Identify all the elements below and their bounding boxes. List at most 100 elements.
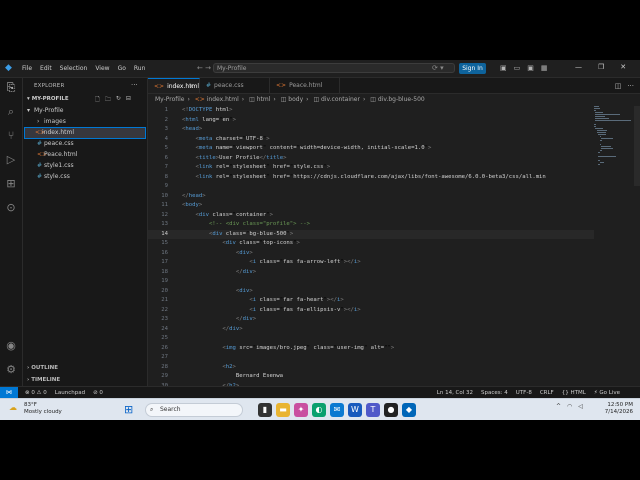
menu-run[interactable]: Run [134, 65, 146, 72]
ports-status[interactable]: ⊘ 0 [93, 390, 103, 396]
tree-item-folder[interactable]: › images [27, 117, 145, 127]
code-line[interactable]: 3 <head> [148, 125, 594, 135]
breadcrumb-item[interactable]: My-Profile [155, 96, 184, 103]
code-line[interactable]: 1 <!DOCTYPE html> [148, 106, 594, 116]
chevron-up-icon[interactable]: ^ [556, 403, 561, 410]
code-line[interactable]: 14 <div class="bg-blue-500"> [148, 229, 594, 239]
breadcrumb-item[interactable]: body [288, 96, 303, 103]
file-explorer-icon[interactable]: ▬ [276, 403, 290, 417]
minimap[interactable] [594, 106, 634, 166]
code-line[interactable]: 11 <body> [148, 201, 594, 211]
code-line[interactable]: 23 </div> [148, 315, 594, 325]
code-line[interactable]: 26 <img src="images/bro.jpeg" class="use… [148, 344, 594, 354]
timeline-section[interactable]: › TIMELINE [27, 377, 60, 383]
code-line[interactable]: 22 <i class="fas fa-ellipsis-v"></i> [148, 306, 594, 316]
code-line[interactable]: 10 </head> [148, 192, 594, 202]
breadcrumb-item[interactable]: html [257, 96, 271, 103]
minimize-icon[interactable]: — [575, 63, 582, 71]
taskbar-search[interactable]: ⌕ Search [145, 403, 243, 417]
toggle-panel-icon[interactable]: ▭ [514, 64, 521, 72]
close-tab-icon[interactable]: × [189, 79, 194, 94]
code-line[interactable]: 29 Bernard Esenwa [148, 372, 594, 382]
code-line[interactable]: 21 <i class="far fa-heart"></i> [148, 296, 594, 306]
code-line[interactable]: 5 <meta name="viewport" content="width=d… [148, 144, 594, 154]
tree-item-file[interactable]: <>Peace.html [27, 150, 145, 160]
extensions-icon[interactable]: ⊞ [5, 178, 17, 190]
taskbar-clock[interactable]: 12:50 PM 7/14/2026 [603, 402, 633, 416]
tab-index-html[interactable]: <> index.html × [148, 78, 200, 93]
refresh-icon[interactable]: ↻ [116, 95, 121, 105]
code-line[interactable]: 27 [148, 353, 594, 363]
indentation-status[interactable]: Spaces: 4 [481, 390, 508, 396]
language-mode-status[interactable]: {} HTML [562, 390, 586, 396]
editor-scrollbar[interactable] [634, 106, 640, 186]
teams-app-icon[interactable]: T [366, 403, 380, 417]
copilot-app-icon[interactable]: ✦ [294, 403, 308, 417]
run-debug-icon[interactable]: ▷ [5, 154, 17, 166]
code-line[interactable]: 17 <i class="fas fa-arrow-left"></i> [148, 258, 594, 268]
code-line[interactable]: 4 <meta charset="UTF-8"> [148, 135, 594, 145]
menu-selection[interactable]: Selection [60, 65, 88, 72]
collapse-all-icon[interactable]: ⊟ [126, 95, 131, 105]
windows-start-icon[interactable]: ⊞ [124, 404, 135, 415]
new-folder-icon[interactable]: 🗀 [105, 95, 111, 105]
code-line[interactable]: 13 <!-- <div class="profile"> --> [148, 220, 594, 230]
code-line[interactable]: 8 <link rel="stylesheet" href="https://c… [148, 173, 594, 183]
code-line[interactable]: 7 <link rel="stylesheet" href="style.css… [148, 163, 594, 173]
search-icon[interactable]: ⌕ [5, 106, 17, 118]
wifi-icon[interactable]: ◠ [567, 403, 572, 410]
task-view-icon[interactable]: ▮ [258, 403, 272, 417]
close-icon[interactable]: ✕ [620, 63, 626, 71]
menu-edit[interactable]: Edit [40, 65, 52, 72]
toggle-sidebar-icon[interactable]: ▣ [500, 64, 507, 72]
split-editor-icon[interactable]: ◫ [615, 82, 622, 90]
copilot-icon[interactable]: ⟳ ▾ [432, 64, 444, 72]
more-actions-icon[interactable]: ··· [131, 81, 138, 89]
line-ending-status[interactable]: CRLF [540, 390, 554, 396]
launchpad-status[interactable]: Launchpad [55, 390, 85, 396]
problems-status[interactable]: ⊗ 0 ⚠ 0 [25, 390, 47, 396]
edge-browser-icon[interactable]: ◐ [312, 403, 326, 417]
cursor-position[interactable]: Ln 14, Col 32 [437, 390, 473, 396]
breadcrumb-item[interactable]: div.container [321, 96, 360, 103]
menu-go[interactable]: Go [118, 65, 126, 72]
code-line[interactable]: 16 <div> [148, 249, 594, 259]
code-line[interactable]: 12 <div class="container"> [148, 211, 594, 221]
tab-peace-css[interactable]: # peace.css [200, 78, 270, 93]
breadcrumb-item[interactable]: index.html [207, 96, 239, 103]
command-center-search[interactable]: My-Profile [213, 63, 455, 73]
source-control-icon[interactable]: ⑂ [5, 130, 17, 142]
word-app-icon[interactable]: W [348, 403, 362, 417]
code-line[interactable]: 24 </div> [148, 325, 594, 335]
tab-peace-html[interactable]: <> Peace.html [270, 78, 340, 93]
nav-back-forward-icon[interactable]: ← → [197, 64, 211, 72]
tree-item-file[interactable]: # style.css [27, 172, 145, 182]
customize-layout-icon[interactable]: ▦ [541, 64, 548, 72]
tree-item-folder[interactable]: ▾ My-Profile [27, 106, 145, 116]
volume-icon[interactable]: ◁ [578, 403, 583, 410]
code-line[interactable]: 20 <div> [148, 287, 594, 297]
code-line[interactable]: 2 <html lang="en"> [148, 116, 594, 126]
encoding-status[interactable]: UTF-8 [516, 390, 532, 396]
code-line[interactable]: 28 <h2> [148, 363, 594, 373]
accounts-icon[interactable]: ◉ [5, 340, 17, 352]
more-actions-icon[interactable]: ··· [627, 82, 634, 90]
explorer-icon[interactable]: ⎘ [5, 82, 17, 94]
code-line[interactable]: 9 [148, 182, 594, 192]
go-live-button[interactable]: ⚡ Go Live [594, 390, 620, 396]
mail-app-icon[interactable]: ✉ [330, 403, 344, 417]
new-file-icon[interactable]: 🗋 [95, 95, 100, 105]
code-line[interactable]: 19 [148, 277, 594, 287]
toggle-secondary-sidebar-icon[interactable]: ▣ [527, 64, 534, 72]
code-line[interactable]: 15 <div class="top-icons"> [148, 239, 594, 249]
media-app-icon[interactable]: ● [384, 403, 398, 417]
menu-file[interactable]: File [22, 65, 32, 72]
code-line[interactable]: 18 </div> [148, 268, 594, 278]
remote-explorer-icon[interactable]: ⊙ [5, 202, 17, 214]
maximize-icon[interactable]: ❐ [598, 63, 604, 71]
code-line[interactable]: 25 [148, 334, 594, 344]
tree-item-file[interactable]: # style1.css [27, 161, 145, 171]
breadcrumb-item[interactable]: div.bg-blue-500 [378, 96, 425, 103]
sign-in-button[interactable]: Sign In [459, 63, 486, 74]
settings-gear-icon[interactable]: ⚙ [5, 364, 17, 376]
